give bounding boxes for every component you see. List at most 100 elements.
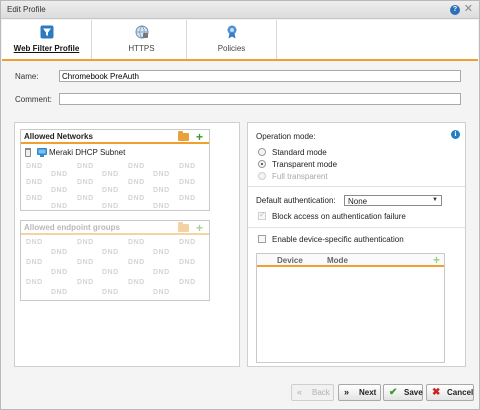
column-header-device[interactable]: Device [277,256,303,265]
dnd-watermark: DND [179,259,196,266]
dnd-watermark: DND [26,163,43,170]
dnd-watermark: DND [153,269,170,276]
trash-icon[interactable] [25,148,31,157]
dnd-watermark: DND [51,203,68,210]
name-input[interactable] [59,70,461,82]
dnd-watermark: DND [26,279,43,286]
comment-input[interactable] [59,93,461,105]
checkbox-label: Block access on authentication failure [272,212,406,221]
checkmark-icon: ✔ [389,387,398,398]
dnd-watermark: DND [51,289,68,296]
comment-row: Comment: [15,93,465,107]
dnd-watermark: DND [26,195,43,202]
device-table-header: Device Mode + [257,253,444,267]
dnd-watermark: DND [128,279,145,286]
cancel-button[interactable]: ✖ Cancel [426,384,474,401]
network-label: Meraki DHCP Subnet [49,148,126,157]
dnd-watermark: DND [102,171,119,178]
dnd-watermark: DND [153,203,170,210]
back-arrow-icon: « [297,387,303,397]
dnd-watermark: DND [128,179,145,186]
tab-label: Policies [217,44,246,53]
dnd-watermark: DND [77,239,94,246]
dnd-watermark: DND [153,171,170,178]
dnd-watermark: DND [153,249,170,256]
add-icon: + [432,253,440,267]
radio-button[interactable] [258,160,266,168]
drop-zone[interactable]: DND DND DND DND DND DND DND DND DND DND … [21,161,209,210]
tab-policies[interactable]: Policies [187,20,277,59]
dnd-watermark: DND [102,269,119,276]
default-auth-select[interactable]: None ▼ [344,195,442,206]
info-icon[interactable]: i [451,130,460,139]
allowed-networks-title: Allowed Networks [24,132,93,141]
dnd-watermark: DND [51,249,68,256]
name-label: Name: [15,72,39,81]
dnd-watermark: DND [77,179,94,186]
dnd-watermark: DND [77,259,94,266]
right-panel: Operation mode: i Standard mode Transpar… [247,122,466,367]
button-label: Back [312,388,330,397]
back-button[interactable]: « Back [291,384,334,401]
dnd-watermark: DND [102,187,119,194]
dnd-watermark: DND [26,179,43,186]
dialog-title: Edit Profile [7,5,46,14]
next-button[interactable]: » Next [338,384,381,401]
list-item[interactable]: Meraki DHCP Subnet [23,147,209,159]
dnd-watermark: DND [179,163,196,170]
divider [248,186,465,187]
radio-label: Standard mode [272,148,327,157]
comment-label: Comment: [15,95,52,104]
default-auth-label: Default authentication: [256,196,336,205]
edit-profile-dialog: Edit Profile ? ✕ Web Filter Profile HTTP… [0,0,480,410]
dnd-watermark: DND [77,195,94,202]
tab-https[interactable]: HTTPS [97,20,187,59]
dnd-watermark: DND [128,259,145,266]
close-icon[interactable]: ✕ [464,3,473,15]
left-panel: Allowed Networks + Meraki DHCP Subnet DN… [14,122,240,367]
tab-label: Web Filter Profile [13,44,80,53]
next-arrow-icon: » [344,387,350,397]
button-label: Cancel [447,388,474,397]
endpoint-groups-title: Allowed endpoint groups [24,223,120,232]
dnd-watermark: DND [51,269,68,276]
divider [248,227,465,228]
tab-bar: Web Filter Profile HTTPS Policies [2,20,478,61]
tab-label: HTTPS [128,44,155,53]
dnd-watermark: DND [102,249,119,256]
folder-icon[interactable] [178,131,189,141]
endpoint-groups-header: Allowed endpoint groups + [21,221,209,235]
dnd-watermark: DND [128,195,145,202]
allowed-networks-header: Allowed Networks + [21,130,209,144]
tab-web-filter-profile[interactable]: Web Filter Profile [2,20,92,59]
dnd-watermark: DND [179,195,196,202]
device-table: Device Mode + [256,253,445,363]
device-auth-checkbox[interactable] [258,235,266,243]
help-icon[interactable]: ? [450,5,460,15]
dnd-watermark: DND [128,239,145,246]
add-icon: + [195,221,203,235]
column-header-mode[interactable]: Mode [327,256,348,265]
dnd-watermark: DND [179,179,196,186]
filter-icon [40,25,54,39]
save-button[interactable]: ✔ Save [383,384,423,401]
allowed-endpoint-groups-box: Allowed endpoint groups + DND DND DND DN… [20,220,210,301]
dnd-watermark: DND [102,203,119,210]
button-label: Save [404,388,423,397]
radio-button [258,172,266,180]
dnd-watermark: DND [77,279,94,286]
add-icon[interactable]: + [196,130,203,144]
network-icon [37,148,47,157]
folder-icon [178,222,189,232]
drop-zone: DND DND DND DND DND DND DND DND DND DND … [21,237,209,300]
dnd-watermark: DND [179,279,196,286]
name-row: Name: [15,70,465,84]
radio-button[interactable] [258,148,266,156]
dnd-watermark: DND [102,289,119,296]
dnd-watermark: DND [51,187,68,194]
https-globe-icon [135,25,149,39]
dnd-watermark: DND [179,239,196,246]
radio-label: Transparent mode [272,160,338,169]
dnd-watermark: DND [26,239,43,246]
block-access-checkbox [258,210,266,220]
